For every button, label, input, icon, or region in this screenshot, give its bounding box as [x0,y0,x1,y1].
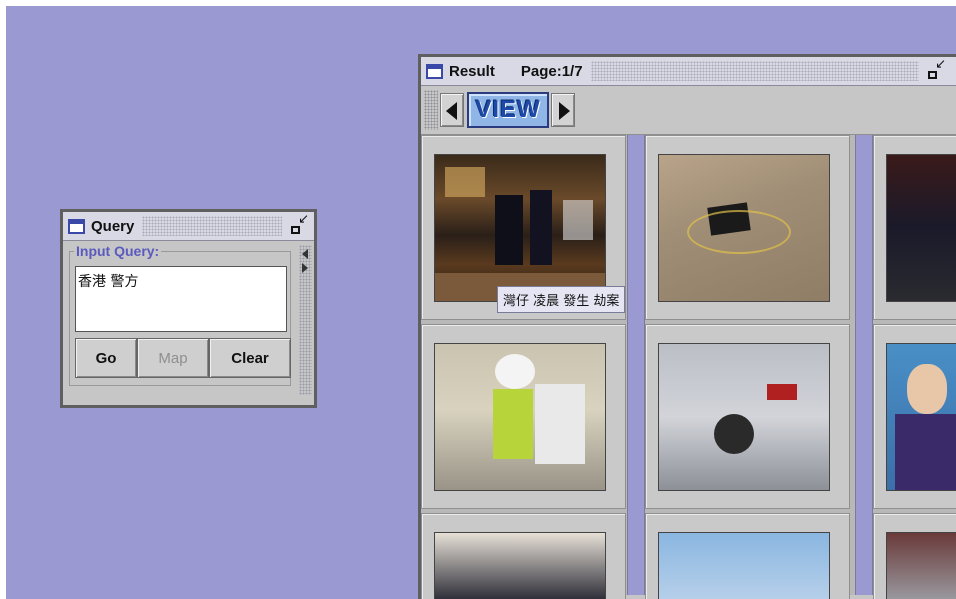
thumbnail-image[interactable] [658,532,830,599]
previous-page-button[interactable] [440,93,464,127]
page-indicator: Page:1/7 [520,62,583,80]
query-button-row: Go Map Clear [75,338,291,378]
next-page-button[interactable] [551,93,575,127]
result-window: Result Page:1/7 VIEW [418,54,956,599]
result-title: Result [449,62,495,80]
query-input[interactable]: 香港 警方 [75,266,287,332]
query-side-grip[interactable] [299,245,312,395]
result-cell[interactable] [421,324,626,509]
input-query-group: Input Query: 香港 警方 Go Map Clear [69,243,291,386]
query-window: Query Input Query: 香港 警方 Go Map Clear [60,209,317,408]
collapse-left-icon[interactable] [302,249,308,259]
clear-button[interactable]: Clear [209,338,291,378]
thumbnail-image[interactable] [886,532,956,599]
thumbnail-image[interactable] [658,154,830,302]
result-cell[interactable] [873,513,956,599]
restore-icon[interactable] [290,212,309,235]
thumbnail-image[interactable] [434,154,606,302]
toolbar-grip[interactable] [424,90,438,130]
input-query-legend: Input Query: [74,243,162,259]
result-cell[interactable] [873,324,956,509]
restore-icon[interactable] [927,57,946,80]
arrow-left-icon [446,102,457,120]
go-button[interactable]: Go [75,338,137,378]
collapse-right-icon[interactable] [302,263,308,273]
result-cell[interactable] [645,513,850,599]
thumbnail-image[interactable] [434,532,606,599]
thumbnail-image[interactable] [886,343,956,491]
thumbnail-image[interactable] [886,154,956,302]
view-button[interactable]: VIEW [467,92,549,128]
result-grid: 灣仔 凌晨 發生 劫案 [421,135,956,599]
window-icon [426,63,443,79]
query-body: Input Query: 香港 警方 Go Map Clear [63,241,314,403]
titlebar-grip[interactable] [142,216,282,236]
query-titlebar[interactable]: Query [63,212,314,241]
thumbnail-image[interactable] [434,343,606,491]
result-toolbar: VIEW [421,86,956,135]
column-divider [627,135,645,595]
map-button[interactable]: Map [137,338,209,378]
arrow-right-icon [559,102,570,120]
query-title: Query [91,217,135,235]
result-cell[interactable] [645,135,850,320]
result-cell[interactable] [645,324,850,509]
result-titlebar[interactable]: Result Page:1/7 [421,57,956,86]
desktop: Query Input Query: 香港 警方 Go Map Clear [6,6,956,599]
thumbnail-tooltip: 灣仔 凌晨 發生 劫案 [497,286,626,313]
result-cell[interactable] [873,135,956,320]
column-divider [855,135,873,595]
window-icon [68,218,85,234]
titlebar-grip[interactable] [590,61,919,81]
thumbnail-image[interactable] [658,343,830,491]
result-cell[interactable] [421,513,626,599]
